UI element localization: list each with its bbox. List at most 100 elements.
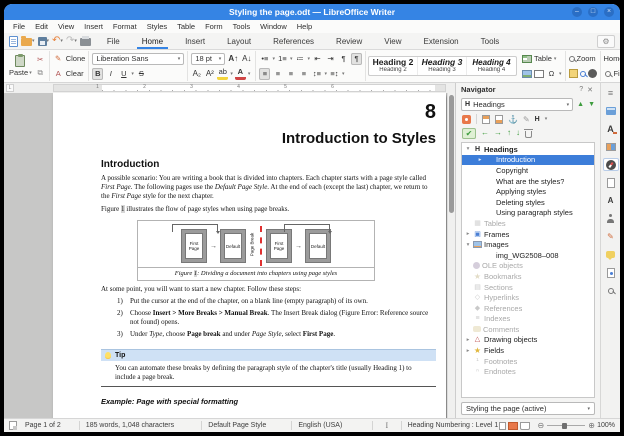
example-heading[interactable]: Example: Page with special formatting bbox=[101, 397, 436, 406]
menu-item[interactable]: Edit bbox=[30, 22, 53, 31]
page-count-status[interactable]: Page 1 of 2 bbox=[25, 422, 73, 429]
home-context-button[interactable]: Home bbox=[604, 54, 621, 63]
tree-item[interactable]: Applying styles bbox=[462, 186, 594, 197]
tab-stop-selector[interactable]: L bbox=[6, 84, 14, 92]
heading-levels-icon[interactable]: H bbox=[535, 114, 540, 125]
open-file-icon[interactable]: ▾ bbox=[21, 35, 35, 47]
menu-item[interactable]: Format bbox=[108, 22, 142, 31]
content-view-toggle-icon[interactable]: ✔ bbox=[462, 128, 476, 139]
section-heading[interactable]: Introduction bbox=[101, 159, 436, 170]
menu-item[interactable]: Window bbox=[255, 22, 292, 31]
zoom-out-icon[interactable]: ⊖ bbox=[538, 421, 545, 430]
font-color-icon[interactable]: A bbox=[235, 68, 246, 80]
tree-item[interactable]: Sections bbox=[462, 282, 594, 293]
numbered-list-icon[interactable]: 1≡ bbox=[277, 53, 288, 65]
titlebar[interactable]: Styling the page.odt — LibreOffice Write… bbox=[4, 4, 620, 20]
tree-item[interactable]: Introduction bbox=[462, 155, 594, 166]
minimize-button[interactable]: – bbox=[572, 7, 582, 17]
menu-item[interactable]: Form bbox=[200, 22, 228, 31]
tree-item[interactable]: Endnotes bbox=[462, 366, 594, 377]
zoom-optimal-icon[interactable] bbox=[588, 69, 597, 78]
highlight-color-icon[interactable]: ab bbox=[217, 68, 228, 80]
document-page[interactable]: 8 Introduction to Styles Introduction A … bbox=[53, 93, 446, 418]
sidebar-tab-comments[interactable] bbox=[603, 248, 619, 261]
insert-image-icon[interactable] bbox=[522, 70, 532, 78]
increase-indent-icon[interactable]: ⇥ bbox=[325, 53, 336, 65]
sidebar-tab-style-inspector[interactable]: A bbox=[603, 194, 619, 207]
align-center-icon[interactable]: ≡ bbox=[272, 68, 283, 80]
tree-item[interactable]: References bbox=[462, 303, 594, 314]
bullet-list-icon[interactable]: •≡ bbox=[259, 53, 270, 65]
style-gallery-item[interactable]: Heading 4 Heading 4 bbox=[467, 57, 516, 75]
clear-formatting-button[interactable]: Clear bbox=[66, 69, 84, 78]
step-item[interactable]: 1) Put the cursor at the end of the chap… bbox=[117, 297, 436, 306]
promote-level-icon[interactable]: ← bbox=[481, 129, 489, 137]
zoom-in-icon[interactable]: ⊕ bbox=[588, 421, 595, 430]
find-button[interactable]: Find bbox=[613, 69, 620, 78]
paragraph-spacing-icon[interactable]: ≡↕ bbox=[329, 68, 340, 80]
scrollbar-thumb[interactable] bbox=[449, 95, 454, 213]
ribbon-tab[interactable]: Tools bbox=[470, 33, 511, 49]
sidebar-tab-accessibility[interactable] bbox=[603, 212, 619, 225]
sidebar-tab-page[interactable] bbox=[603, 176, 619, 189]
tree-item[interactable]: Hyperlinks bbox=[462, 292, 594, 303]
expander-icon[interactable] bbox=[477, 157, 483, 163]
next-element-icon[interactable]: ▼ bbox=[588, 101, 595, 109]
document-scrollbar[interactable] bbox=[447, 93, 455, 418]
save-status-icon[interactable] bbox=[9, 421, 17, 430]
ribbon-tab[interactable]: Home bbox=[131, 33, 174, 49]
tree-item[interactable]: Images bbox=[462, 239, 594, 250]
ribbon-tab[interactable]: Insert bbox=[174, 33, 216, 49]
tree-item[interactable]: What are the styles? bbox=[462, 176, 594, 187]
expander-icon[interactable] bbox=[465, 146, 471, 152]
demote-level-icon[interactable]: → bbox=[494, 129, 502, 137]
highlight-dropdown-icon[interactable]: ▾ bbox=[230, 71, 233, 77]
reminder-icon[interactable]: ✎ bbox=[523, 114, 530, 125]
underline-dropdown-icon[interactable]: ▾ bbox=[131, 71, 134, 77]
tree-item[interactable]: Headings bbox=[462, 144, 594, 155]
footer-icon[interactable] bbox=[495, 115, 503, 124]
zoom-page-icon[interactable] bbox=[569, 69, 578, 78]
figure[interactable]: First Page → Default Page Break First Pa… bbox=[137, 220, 375, 281]
move-down-icon[interactable]: ↓ bbox=[516, 129, 520, 137]
insert-table-button[interactable]: Table bbox=[534, 54, 552, 63]
tree-item[interactable]: Using paragraph styles bbox=[462, 208, 594, 219]
previous-element-icon[interactable]: ▲ bbox=[577, 101, 584, 109]
single-page-view-icon[interactable] bbox=[499, 422, 506, 430]
page-style-status[interactable]: Default Page Style bbox=[208, 422, 285, 429]
multi-page-view-icon[interactable] bbox=[508, 422, 518, 430]
strikethrough-button[interactable]: S bbox=[136, 68, 147, 80]
paragraph[interactable]: Figure 1 illustrates the flow of page st… bbox=[101, 205, 436, 214]
header-icon[interactable] bbox=[482, 115, 490, 124]
justify-icon[interactable]: ≡ bbox=[298, 68, 309, 80]
special-character-icon[interactable]: Ω bbox=[546, 68, 557, 80]
formatting-marks-icon[interactable]: ¶ bbox=[351, 53, 362, 65]
subscript-icon[interactable]: A₂ bbox=[191, 68, 202, 80]
menu-item[interactable]: Styles bbox=[142, 22, 172, 31]
tree-item[interactable]: Drawing objects bbox=[462, 335, 594, 346]
tree-item[interactable]: Tables bbox=[462, 218, 594, 229]
expander-icon[interactable] bbox=[465, 348, 471, 354]
superscript-icon[interactable]: A² bbox=[204, 68, 215, 80]
help-icon[interactable]: ? bbox=[577, 86, 585, 93]
notebookbar-menu-button[interactable]: ⚙ bbox=[597, 35, 615, 48]
paste-icon[interactable] bbox=[15, 55, 25, 67]
font-name-combo[interactable]: Liberation Sans▾ bbox=[92, 53, 184, 65]
cut-icon[interactable]: ✂ bbox=[35, 53, 46, 65]
heading-numbering-status[interactable]: Heading Numbering : Level 1 bbox=[408, 422, 499, 429]
align-right-icon[interactable]: ≡ bbox=[285, 68, 296, 80]
ribbon-tab[interactable]: File bbox=[96, 33, 131, 49]
italic-button[interactable]: I bbox=[105, 68, 116, 80]
sidebar-menu-button[interactable]: ≡ bbox=[603, 86, 619, 99]
paragraph[interactable]: A possible scenario: You are writing a b… bbox=[101, 174, 436, 201]
tree-item[interactable]: Indexes bbox=[462, 314, 594, 325]
line-spacing-icon[interactable]: ↕≡ bbox=[311, 68, 322, 80]
insert-mode-icon[interactable]: I bbox=[379, 421, 394, 430]
horizontal-ruler[interactable]: L 123456 bbox=[4, 83, 455, 93]
copy-icon[interactable]: ⧉ bbox=[35, 67, 46, 79]
tree-item[interactable]: Footnotes bbox=[462, 356, 594, 367]
document-switcher-combo[interactable]: Styling the page (active) ▾ bbox=[461, 402, 595, 415]
zoom-level-status[interactable]: 100% bbox=[595, 422, 615, 429]
expander-icon[interactable] bbox=[465, 337, 471, 343]
paragraph[interactable]: At some point, you will want to start a … bbox=[101, 285, 436, 294]
